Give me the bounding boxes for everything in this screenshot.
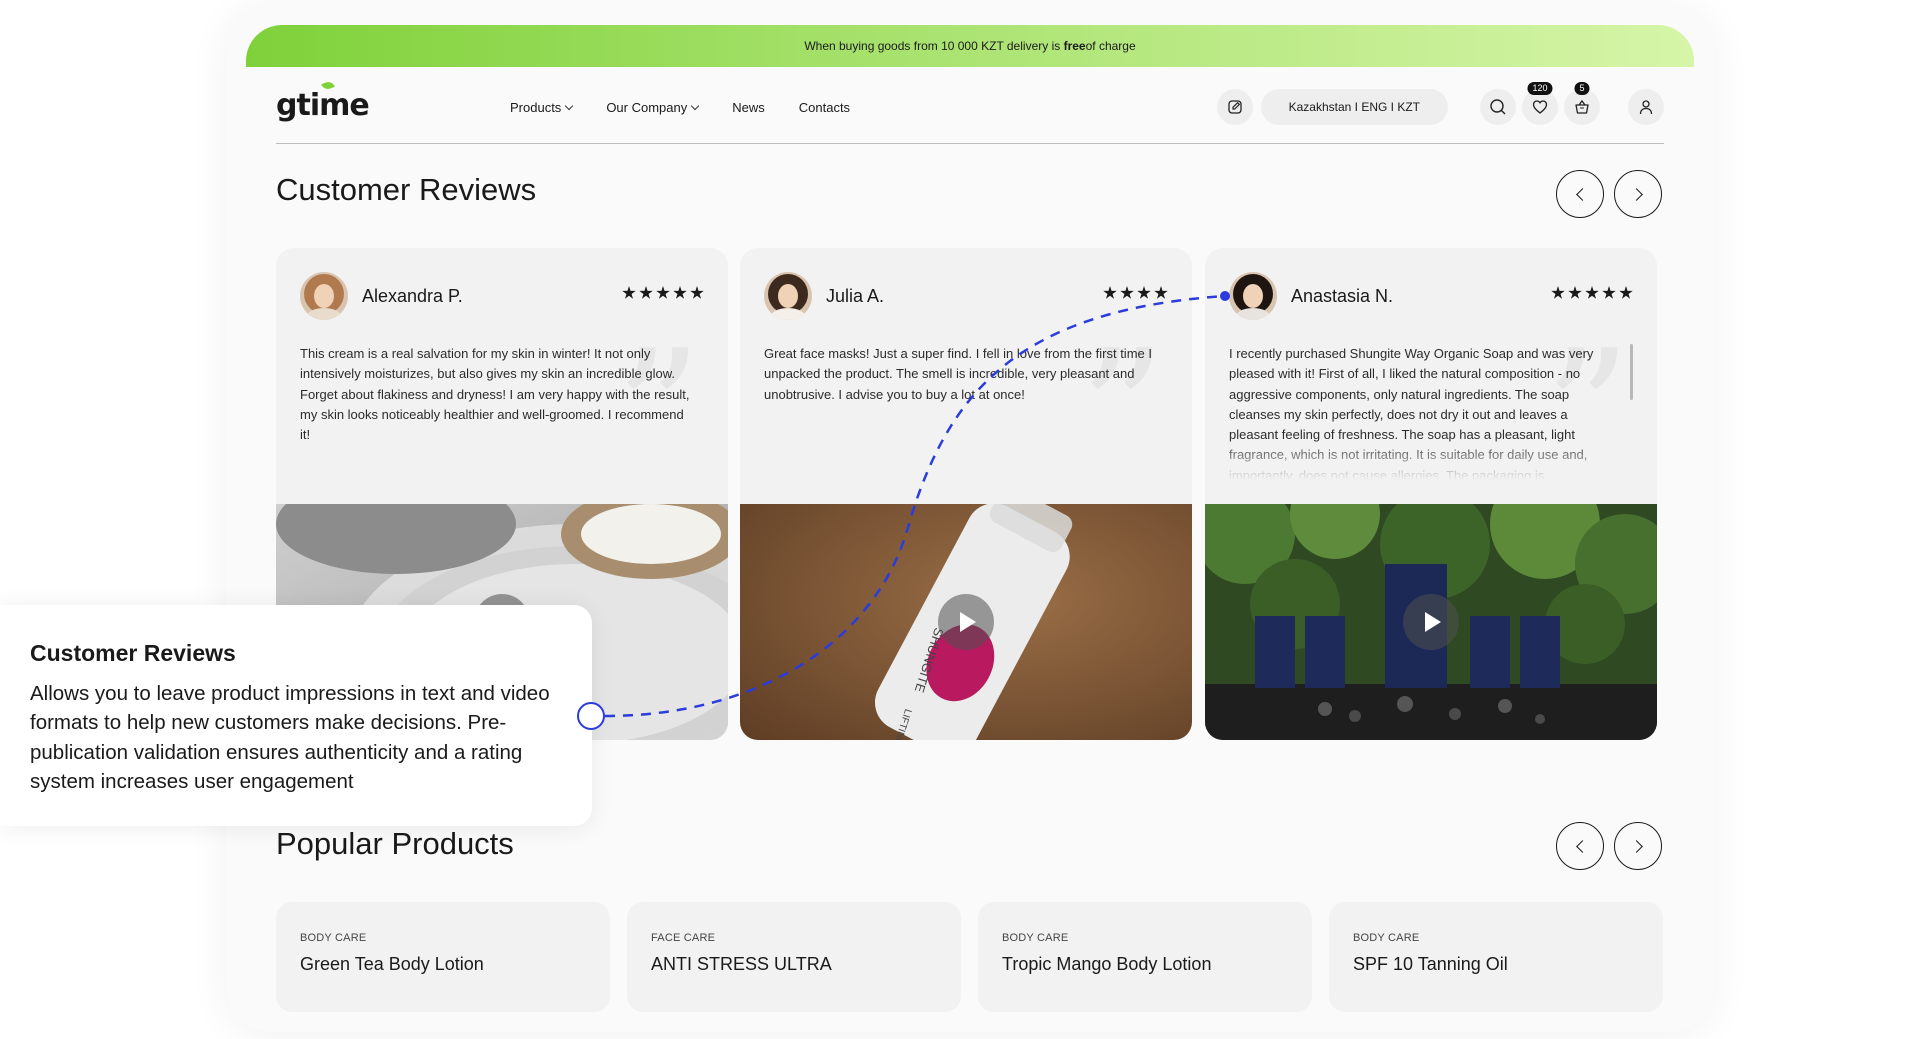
wishlist-count-badge: 120: [1527, 82, 1553, 95]
main-nav: Products Our Company News Contacts: [510, 100, 850, 115]
review-media-video[interactable]: SHUNGITE LIFTING 50+: [740, 504, 1192, 740]
reviewer-name: Alexandra P.: [362, 285, 463, 306]
header-actions: Kazakhstan I ENG I KZT 120 5: [1216, 82, 1664, 125]
popular-title: Popular Products: [276, 826, 514, 861]
nav-contacts[interactable]: Contacts: [799, 100, 850, 115]
wishlist-button[interactable]: 120: [1522, 82, 1558, 125]
product-category: BODY CARE: [1353, 932, 1420, 944]
nav-news[interactable]: News: [732, 100, 765, 115]
promo-banner: When buying goods from 10 000 KZT delive…: [246, 25, 1694, 67]
review-text: This cream is a real salvation for my sk…: [300, 346, 690, 443]
nav-news-label: News: [732, 100, 765, 115]
site-header: gtime Products Our Company News Contacts: [276, 80, 1664, 144]
edit-button[interactable]: [1216, 89, 1253, 125]
nav-products-label: Products: [510, 100, 562, 115]
product-card[interactable]: BODY CARE SPF 10 Tanning Oil: [1329, 902, 1663, 1012]
arrow-right-icon: [1629, 839, 1643, 853]
star-icon: [1551, 286, 1565, 299]
star-icon: [639, 286, 653, 299]
review-header: Alexandra P.: [300, 272, 463, 320]
play-button[interactable]: [938, 594, 994, 650]
reviews-title: Customer Reviews: [276, 172, 537, 207]
product-name: Tropic Mango Body Lotion: [1002, 954, 1212, 974]
reviews-prev-button[interactable]: [1556, 170, 1604, 218]
reviews-next-button[interactable]: [1614, 170, 1662, 218]
cart-count-badge: 5: [1574, 82, 1590, 95]
product-category: FACE CARE: [651, 932, 716, 944]
basket-icon: [1575, 99, 1589, 114]
review-scrollbar[interactable]: [1630, 344, 1633, 400]
page: When buying goods from 10 000 KZT delive…: [0, 0, 1920, 1039]
review-card: Anastasia N. ” I recently purchased Shun…: [1205, 248, 1657, 740]
account-button[interactable]: [1628, 89, 1664, 125]
product-category: BODY CARE: [1002, 932, 1069, 944]
logo[interactable]: gtime: [276, 80, 370, 123]
search-button[interactable]: [1480, 89, 1516, 125]
annotation-body: Allows you to leave product impressions …: [30, 682, 550, 793]
search-icon: [1490, 99, 1506, 115]
avatar: [764, 272, 812, 320]
star-icon: [690, 286, 704, 299]
star-icon: [622, 286, 636, 299]
nav-contacts-label: Contacts: [798, 100, 851, 115]
arrow-left-icon: [1575, 187, 1589, 201]
logo-text: gtime: [276, 88, 370, 123]
chevron-down-icon: [565, 101, 574, 111]
product-card[interactable]: FACE CARE ANTI STRESS ULTRA: [627, 902, 961, 1012]
annotation-title: Customer Reviews: [30, 640, 236, 666]
star-icon: [656, 286, 670, 299]
star-rating: [1551, 286, 1633, 300]
star-icon: [1154, 286, 1168, 299]
product-card[interactable]: BODY CARE Tropic Mango Body Lotion: [978, 902, 1312, 1012]
promo-free: free: [1063, 39, 1086, 53]
nav-our-company[interactable]: Our Company: [606, 100, 700, 115]
cart-button[interactable]: 5: [1564, 82, 1600, 125]
star-icon: [1120, 286, 1134, 299]
products-prev-button[interactable]: [1556, 822, 1604, 870]
star-icon: [1137, 286, 1151, 299]
review-header: Anastasia N.: [1229, 272, 1393, 320]
feature-annotation: Customer Reviews Allows you to leave pro…: [0, 605, 592, 826]
star-icon: [1619, 286, 1633, 299]
review-header: Julia A.: [764, 272, 884, 320]
reviewer-name: Julia A.: [826, 285, 885, 306]
review-text: I recently purchased Shungite Way Organi…: [1229, 346, 1594, 480]
user-icon: [1639, 100, 1653, 115]
reviewer-name: Anastasia N.: [1291, 285, 1394, 306]
product-name: SPF 10 Tanning Oil: [1353, 954, 1508, 974]
nav-products[interactable]: Products: [510, 100, 574, 115]
star-rating: [622, 286, 704, 300]
star-icon: [1568, 286, 1582, 299]
heart-icon: [1532, 100, 1548, 114]
locale-selector[interactable]: Kazakhstan I ENG I KZT: [1260, 89, 1448, 125]
promo-text-end: of charge: [1085, 39, 1136, 53]
promo-text: When buying goods from 10 000 KZT delive…: [804, 39, 1061, 53]
avatar: [300, 272, 348, 320]
product-category: BODY CARE: [300, 932, 367, 944]
nav-our-company-label: Our Company: [606, 100, 688, 115]
product-name: Green Tea Body Lotion: [300, 954, 484, 974]
edit-icon: [1227, 100, 1242, 114]
product-card[interactable]: BODY CARE Green Tea Body Lotion: [276, 902, 610, 1012]
arrow-left-icon: [1575, 839, 1589, 853]
locale-label: Kazakhstan I ENG I KZT: [1288, 100, 1420, 114]
chevron-down-icon: [690, 101, 700, 111]
star-icon: [1585, 286, 1599, 299]
star-rating: [1103, 286, 1168, 300]
star-icon: [673, 286, 687, 299]
products-next-button[interactable]: [1614, 822, 1662, 870]
avatar: [1229, 272, 1277, 320]
arrow-right-icon: [1629, 187, 1643, 201]
product-name: ANTI STRESS ULTRA: [651, 954, 832, 974]
star-icon: [1103, 286, 1117, 299]
review-media-video[interactable]: [1205, 504, 1657, 740]
review-card: Julia A. ” Great face masks! Just a supe…: [740, 248, 1192, 740]
play-button[interactable]: [1403, 594, 1459, 650]
annotation-anchor-dot: [577, 702, 605, 730]
star-icon: [1602, 286, 1616, 299]
review-text: Great face masks! Just a super find. I f…: [764, 346, 1152, 402]
